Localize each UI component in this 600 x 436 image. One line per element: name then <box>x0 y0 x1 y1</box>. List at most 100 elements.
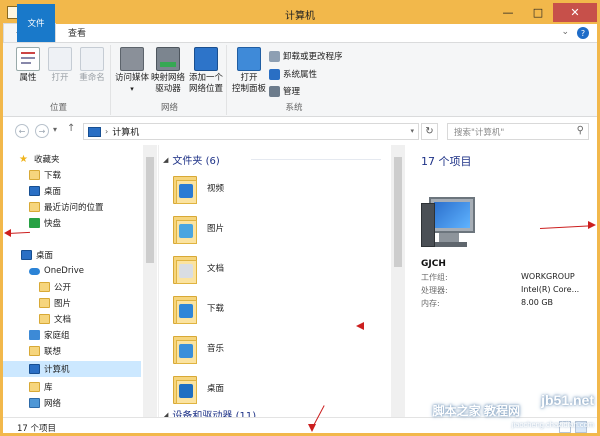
nav-item-desktop-favorite[interactable]: 桌面 <box>29 183 61 199</box>
uninstall-programs-button[interactable]: 卸载或更改程序 <box>269 50 343 62</box>
workgroup-value: WORKGROUP <box>521 272 575 281</box>
nav-item-kuaipan[interactable]: 快盘 <box>29 215 61 231</box>
close-button[interactable]: ✕ <box>553 3 597 22</box>
computer-icon <box>88 126 101 137</box>
memory-value: 8.00 GB <box>521 298 554 307</box>
nav-item-public[interactable]: 公开 <box>39 279 71 295</box>
nav-item-label: 图片 <box>54 299 72 309</box>
group-label-system: 系统 <box>285 103 303 113</box>
minimize-icon: — <box>502 6 514 19</box>
group-label-network: 网络 <box>160 103 178 113</box>
address-bar[interactable]: › 计算机 ▾ <box>83 123 419 140</box>
folder-item-pictures[interactable]: 图片 <box>173 209 224 247</box>
manage-label: 管理 <box>283 87 301 97</box>
homegroup-icon <box>29 330 40 340</box>
forward-button[interactable]: → <box>35 124 49 138</box>
nav-item-label: 库 <box>44 383 53 393</box>
annotation-arrowhead-left <box>4 229 11 237</box>
folders-group-header[interactable]: ◢ 文件夹 (6) <box>163 152 220 168</box>
refresh-button[interactable]: ↻ <box>421 123 438 140</box>
properties-button[interactable]: 属性 <box>11 47 45 84</box>
map-drive-label: 映射网络 驱动器 <box>151 73 186 94</box>
access-media-button[interactable]: 访问媒体 ▾ <box>115 47 149 95</box>
nav-item-onedrive[interactable]: OneDrive <box>29 263 84 279</box>
map-drive-button[interactable]: 映射网络 驱动器 <box>151 47 185 95</box>
breadcrumb-chevron-icon[interactable]: › <box>105 127 108 136</box>
breadcrumb-computer[interactable]: 计算机 <box>112 125 139 138</box>
refresh-icon: ↻ <box>425 126 434 137</box>
folder-item-documents[interactable]: 文档 <box>173 249 224 287</box>
network-location-icon <box>194 47 218 71</box>
devices-group-label: 设备和驱动器 (11) <box>172 411 257 417</box>
kuaipan-icon <box>29 218 40 228</box>
item-count: 17 个项目 <box>421 155 472 168</box>
open-control-panel-button[interactable]: 打开 控制面板 <box>231 47 267 95</box>
watermark-url: jiaocheng.chazidian.com <box>511 420 594 429</box>
group-label-location: 位置 <box>49 103 67 113</box>
address-dropdown-icon[interactable]: ▾ <box>410 127 414 135</box>
forward-arrow-icon: → <box>38 126 46 136</box>
processor-value: Intel(R) Core... <box>521 285 580 294</box>
uninstall-label: 卸载或更改程序 <box>283 52 343 62</box>
collapse-chevron-icon[interactable]: ◢ <box>163 156 168 164</box>
nav-item-network[interactable]: 网络 <box>29 395 61 411</box>
rename-button[interactable]: 重命名 <box>75 47 109 84</box>
folder-item-desktop[interactable]: 桌面 <box>173 369 224 407</box>
nav-item-label: 桌面 <box>36 251 54 261</box>
content-scrollbar[interactable] <box>391 145 405 417</box>
search-input[interactable]: 搜索"计算机" ⚲ <box>447 123 589 140</box>
folder-item-downloads[interactable]: 下载 <box>173 289 224 327</box>
maximize-button[interactable]: □ <box>523 3 553 22</box>
system-properties-icon <box>269 68 280 80</box>
ribbon-expand-icon[interactable]: ⌄ <box>561 27 569 39</box>
memory-label: 内存: <box>421 299 440 308</box>
search-icon[interactable]: ⚲ <box>577 125 584 136</box>
ribbon-help-area: ⌄ ? <box>561 27 589 39</box>
recent-locations-icon[interactable]: ▾ <box>53 125 57 134</box>
title-bar[interactable]: ▾ 计算机 — □ ✕ <box>3 3 597 24</box>
nav-item-label: 计算机 <box>44 365 70 375</box>
nav-item-libraries[interactable]: 库 <box>29 379 53 395</box>
star-icon: ★ <box>19 153 28 165</box>
explorer-window: ▾ 计算机 — □ ✕ 文件 计算机 查看 ⌄ ? 属性 <box>0 0 600 436</box>
search-placeholder: 搜索"计算机" <box>454 127 505 138</box>
add-network-location-button[interactable]: 添加一个 网络位置 <box>189 47 223 95</box>
nav-item-downloads[interactable]: 下载 <box>29 167 61 183</box>
window-controls: — □ ✕ <box>493 3 597 22</box>
minimize-button[interactable]: — <box>493 3 523 22</box>
back-arrow-icon: ← <box>18 126 26 136</box>
nav-item-computer[interactable]: 计算机 <box>3 361 141 377</box>
nav-item-label: 最近访问的位置 <box>44 203 104 213</box>
network-icon <box>29 398 40 408</box>
nav-item-documents[interactable]: 文档 <box>39 311 71 327</box>
back-button[interactable]: ← <box>15 124 29 138</box>
system-properties-button[interactable]: 系统属性 <box>269 68 317 80</box>
nav-item-homegroup[interactable]: 家庭组 <box>29 327 70 343</box>
folder-item-music[interactable]: 音乐 <box>173 329 224 367</box>
annotation-arrowhead-bottom <box>308 424 316 432</box>
devices-group-header[interactable]: ◢ 设备和驱动器 (11) <box>163 407 257 418</box>
nav-item-label: 文档 <box>54 315 72 325</box>
nav-scrollbar[interactable] <box>143 145 157 417</box>
help-icon[interactable]: ? <box>577 27 589 39</box>
open-button[interactable]: 打开 <box>43 47 77 84</box>
nav-item-desktop[interactable]: 桌面 <box>21 247 53 263</box>
nav-scrollbar-thumb[interactable] <box>146 157 154 263</box>
nav-item-recent-places[interactable]: 最近访问的位置 <box>29 199 104 215</box>
user-folder-icon <box>29 346 40 356</box>
up-arrow-icon[interactable]: ↑ <box>67 123 75 134</box>
nav-item-lenovo[interactable]: 联想 <box>29 343 61 359</box>
content-scrollbar-thumb[interactable] <box>394 157 402 267</box>
nav-item-pictures[interactable]: 图片 <box>39 295 71 311</box>
nav-item-label: OneDrive <box>44 266 84 276</box>
nav-item-favorites[interactable]: ★ 收藏夹 <box>19 151 60 167</box>
ribbon-group-system: 打开 控制面板 卸载或更改程序 系统属性 管理 系统 <box>229 45 359 115</box>
folder-label: 音乐 <box>207 344 225 354</box>
ribbon-group-location: 属性 打开 重命名 位置 <box>7 45 111 115</box>
tab-file[interactable]: 文件 <box>17 4 55 42</box>
tab-view[interactable]: 查看 <box>56 23 98 42</box>
manage-button[interactable]: 管理 <box>269 85 300 97</box>
folders-group-label: 文件夹 (6) <box>172 156 220 167</box>
content-pane: ◢ 文件夹 (6) 视频 图片 文档 下载 音乐 桌面 ◢ 设备和驱动器 (11… <box>158 145 406 417</box>
folder-item-videos[interactable]: 视频 <box>173 169 224 207</box>
